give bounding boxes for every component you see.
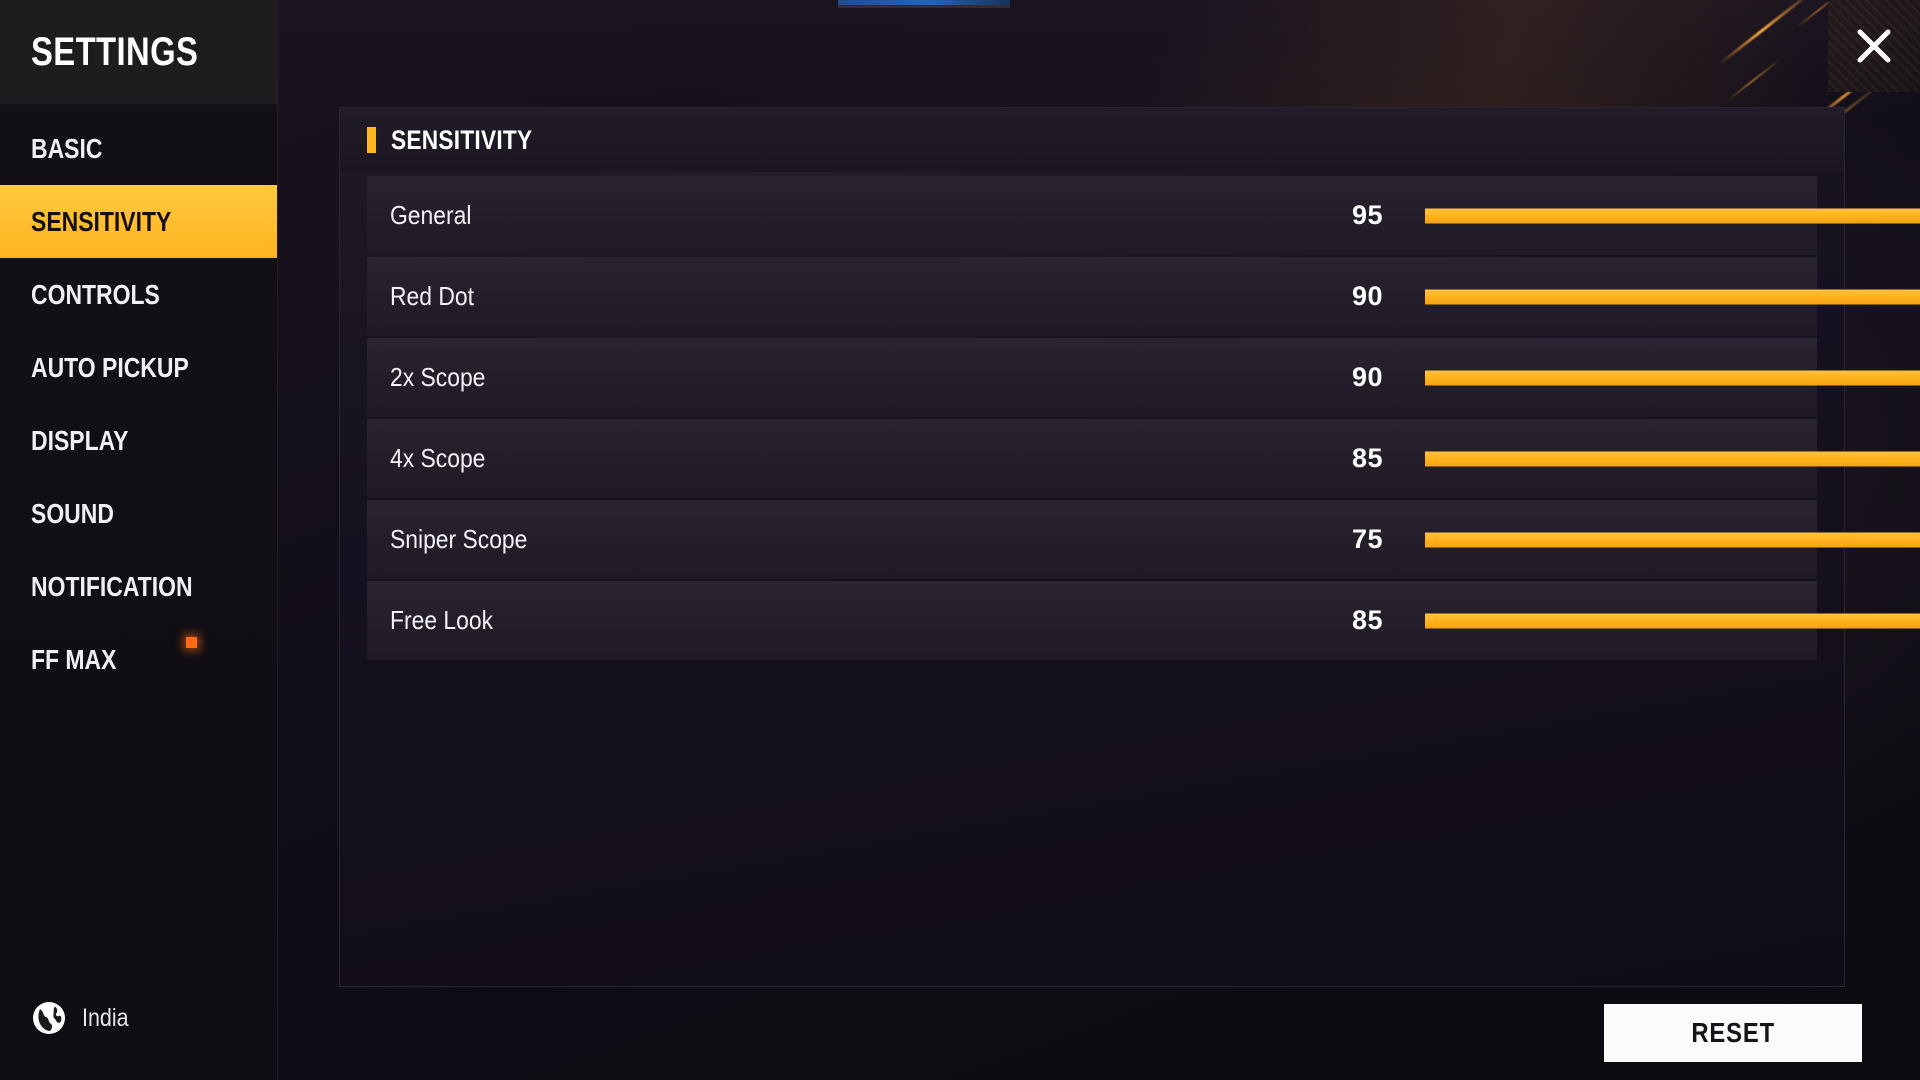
sensitivity-value: 75 [1351,524,1383,554]
sidebar-item-label: FF MAX [31,643,117,675]
sidebar-item-label: SENSITIVITY [31,205,172,237]
sidebar-header: SETTINGS [0,0,277,104]
sensitivity-row: Free Look 85 [367,581,1920,660]
region-label: India [82,1003,129,1032]
sensitivity-slider[interactable] [1425,289,1920,305]
close-button[interactable] [1828,0,1920,92]
sensitivity-value: 95 [1351,200,1383,230]
sidebar: SETTINGS BASIC SENSITIVITY CONTROLS AUTO PI… [0,0,278,1080]
slider-fill [1425,289,1920,304]
notification-dot [186,637,197,648]
sidebar-item-ff-max[interactable]: FF MAX [0,623,277,696]
orange-streak-decoration [1726,56,1784,102]
sidebar-item-label: BASIC [31,132,103,164]
sensitivity-slider[interactable] [1425,208,1920,224]
sidebar-item-label: DISPLAY [31,424,129,456]
panel-title: SENSITIVITY [391,124,533,155]
close-icon [1849,21,1899,71]
slider-fill [1425,451,1920,466]
top-decoration [0,0,1920,167]
slider-fill [1425,613,1920,628]
sensitivity-row: 2x Scope 90 [367,338,1920,417]
sensitivity-slider[interactable] [1425,532,1920,548]
sensitivity-value: 90 [1351,281,1383,311]
sidebar-item-label: NOTIFICATION [31,570,193,602]
slider-fill [1425,208,1920,223]
sidebar-item-sensitivity[interactable]: SENSITIVITY [0,185,277,258]
orange-streak-decoration [1717,0,1815,66]
content-panel: SENSITIVITY General 95 Red Dot 90 2x Scope 90… [339,107,1920,987]
sensitivity-slider[interactable] [1425,451,1920,467]
sensitivity-slider[interactable] [1425,613,1920,629]
sidebar-item-label: AUTO PICKUP [31,351,189,383]
sidebar-item-notification[interactable]: NOTIFICATION [0,550,277,623]
page-title: SETTINGS [31,29,199,74]
slider-fill [1425,370,1920,385]
sidebar-item-label: CONTROLS [31,278,160,310]
sidebar-item-auto-pickup[interactable]: AUTO PICKUP [0,331,277,404]
sidebar-item-label: SOUND [31,497,114,529]
reset-button[interactable]: RESET [1604,1004,1862,1062]
sidebar-item-basic[interactable]: BASIC [0,112,277,185]
sidebar-nav: BASIC SENSITIVITY CONTROLS AUTO PICKUP DISPL… [0,112,277,696]
sensitivity-value: 85 [1351,605,1383,635]
sensitivity-row: General 95 [367,176,1920,255]
sensitivity-slider[interactable] [1425,370,1920,386]
sensitivity-row: Red Dot 90 [367,257,1920,336]
sensitivity-value: 90 [1351,362,1383,392]
settings-screen: SETTINGS BASIC SENSITIVITY CONTROLS AUTO PI… [0,0,1920,1080]
header-accent-bar [367,127,376,153]
sidebar-item-display[interactable]: DISPLAY [0,404,277,477]
sidebar-item-sound[interactable]: SOUND [0,477,277,550]
sidebar-item-controls[interactable]: CONTROLS [0,258,277,331]
top-tab-underline [838,5,1010,8]
region-selector[interactable]: India [31,1000,136,1036]
globe-icon [31,1000,67,1036]
sensitivity-row: 4x Scope 85 [367,419,1920,498]
panel-header: SENSITIVITY [340,108,1844,172]
sensitivity-value: 85 [1351,443,1383,473]
sensitivity-list: General 95 Red Dot 90 2x Scope 90 4x Scope 85 Sn… [340,172,1920,660]
slider-fill [1425,532,1920,547]
sensitivity-row: Sniper Scope 75 [367,500,1920,579]
reset-button-label: RESET [1691,1017,1775,1048]
